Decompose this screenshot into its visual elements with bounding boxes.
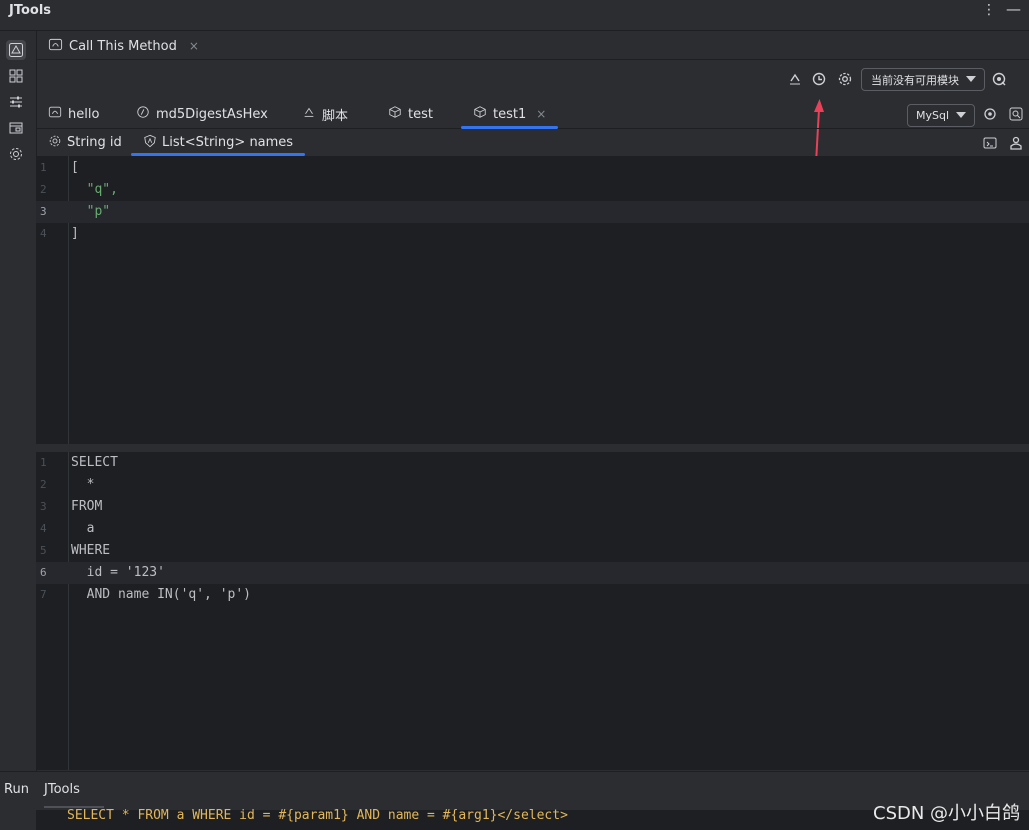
minimize-icon[interactable]: — <box>1006 0 1021 18</box>
code-text: AND name IN('q', 'p') <box>71 587 252 602</box>
code-line: 2 * <box>36 474 1029 496</box>
groovy-icon <box>302 105 316 123</box>
code-text: "p" <box>71 204 111 219</box>
tab-test[interactable]: test <box>388 100 433 128</box>
line-number: 1 <box>40 456 47 469</box>
call-method-icon[interactable] <box>6 40 26 60</box>
tab-script[interactable]: 脚本 <box>302 100 348 128</box>
code-text: a <box>71 521 95 536</box>
code-line-current: 6 id = '123' <box>36 562 1029 584</box>
line-number: 2 <box>40 183 47 196</box>
cube-icon <box>388 105 402 123</box>
code-text: id = '123' <box>71 565 165 580</box>
tab-jtools[interactable]: JTools <box>44 782 80 797</box>
code-line: 2 "q", <box>36 179 1029 201</box>
settings-icon[interactable] <box>6 144 26 164</box>
param-editor[interactable]: 1 [ 2 "q", 3 "p" 4 ] <box>36 156 1029 444</box>
code-text: FROM <box>71 499 103 514</box>
tab-hello[interactable]: hello <box>48 100 99 128</box>
database-dropdown[interactable]: MySql <box>907 104 975 127</box>
gear-icon <box>48 134 62 152</box>
tab-label: test1 <box>493 106 527 122</box>
tab-label: hello <box>68 106 100 122</box>
line-number: 3 <box>40 205 47 218</box>
line-number: 6 <box>40 566 47 579</box>
line-number: 4 <box>40 522 47 535</box>
tab-md5digestashex[interactable]: md5DigestAsHex <box>136 100 268 128</box>
database-dropdown-value: MySql <box>916 109 950 122</box>
line-number: 4 <box>40 227 47 240</box>
close-tab-icon[interactable]: × <box>189 39 199 53</box>
line-number: 7 <box>40 588 47 601</box>
code-line-current: 3 "p" <box>36 201 1029 223</box>
code-text: SELECT <box>71 455 118 470</box>
divider <box>36 59 1029 60</box>
window-icon[interactable] <box>6 118 26 138</box>
code-text: "q", <box>71 182 118 197</box>
gear-icon[interactable] <box>836 70 854 88</box>
tab-label: Call This Method <box>69 38 177 54</box>
code-line: 1 [ <box>36 157 1029 179</box>
tab-label: 脚本 <box>322 108 349 124</box>
line-number: 5 <box>40 544 47 557</box>
tab-param-names[interactable]: List<String> names <box>130 129 306 156</box>
app-title: JTools <box>9 3 52 18</box>
code-text: * <box>71 477 95 492</box>
locate-icon[interactable] <box>981 105 999 123</box>
code-text: WHERE <box>71 543 111 558</box>
grid-icon[interactable] <box>6 66 26 86</box>
method-tabs: hello md5DigestAsHex 脚本 test test1 × <box>36 100 1029 129</box>
console-line: SELECT * FROM a WHERE id = #{param1} AND… <box>67 808 568 823</box>
history-icon[interactable] <box>810 70 828 88</box>
tab-call-this-method[interactable]: Call This Method × <box>48 36 199 56</box>
line-number: 2 <box>40 478 47 491</box>
module-dropdown[interactable]: 当前没有可用模块 <box>861 68 985 91</box>
search-code-icon[interactable] <box>1007 105 1025 123</box>
code-line: 5 WHERE <box>36 540 1029 562</box>
chevron-down-icon <box>956 112 966 118</box>
groovy-script-icon[interactable] <box>786 70 804 88</box>
close-tab-icon[interactable]: × <box>536 107 546 121</box>
user-icon[interactable] <box>1007 134 1025 152</box>
chevron-down-icon <box>966 76 976 82</box>
left-toolbar <box>0 31 37 771</box>
code-text: ] <box>71 226 79 241</box>
shield-icon <box>143 134 157 152</box>
code-line: 1 SELECT <box>36 452 1029 474</box>
tab-param-string-id[interactable]: String id <box>48 129 122 156</box>
tab-label: String id <box>67 135 122 150</box>
tab-run[interactable]: Run <box>4 782 29 797</box>
code-line: 3 FROM <box>36 496 1029 518</box>
param-tabs: String id List<String> names <box>36 129 1029 156</box>
module-dropdown-value: 当前没有可用模块 <box>871 73 959 87</box>
code-line: 4 ] <box>36 223 1029 245</box>
code-text: [ <box>71 160 79 175</box>
function-icon <box>136 105 150 123</box>
method-call-icon <box>48 37 63 56</box>
sql-editor[interactable]: 1 SELECT 2 * 3 FROM 4 a 5 WHERE 6 id = '… <box>36 452 1029 770</box>
cube-icon <box>473 105 487 123</box>
watermark: CSDN @小小白鸽 <box>873 803 1021 824</box>
tab-test1[interactable]: test1 × <box>461 100 559 129</box>
run-target-icon[interactable] <box>990 70 1008 88</box>
tab-label: test <box>408 106 433 122</box>
sliders-icon[interactable] <box>6 92 26 112</box>
method-icon <box>48 105 62 123</box>
title-bar <box>0 0 1029 31</box>
code-line: 4 a <box>36 518 1029 540</box>
more-options-icon[interactable]: ⋮ <box>982 2 996 18</box>
tab-label: List<String> names <box>162 135 294 150</box>
format-json-icon[interactable] <box>981 134 999 152</box>
splitter[interactable] <box>36 444 1029 452</box>
line-number: 3 <box>40 500 47 513</box>
line-number: 1 <box>40 161 47 174</box>
tab-label: md5DigestAsHex <box>156 106 268 122</box>
code-line: 7 AND name IN('q', 'p') <box>36 584 1029 606</box>
